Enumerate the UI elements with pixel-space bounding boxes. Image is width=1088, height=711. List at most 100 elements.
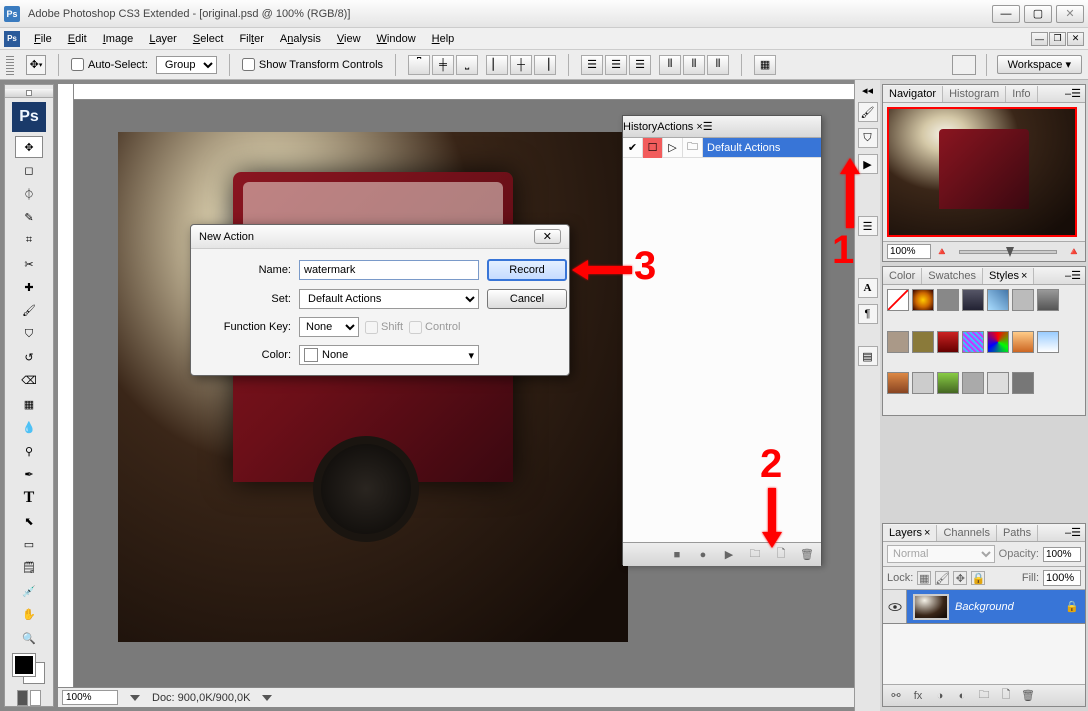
- style-swatch[interactable]: [1037, 331, 1059, 353]
- zoom-in-icon[interactable]: 🔺: [1067, 245, 1081, 259]
- align-top-icon[interactable]: ⎴: [408, 55, 430, 75]
- doc-minimize-button[interactable]: —: [1031, 32, 1048, 46]
- style-swatch[interactable]: [1012, 331, 1034, 353]
- path-select-tool[interactable]: ⬉: [15, 510, 43, 532]
- tab-color[interactable]: Color: [883, 268, 922, 284]
- move-tool-icon[interactable]: ✥▾: [26, 55, 46, 75]
- marquee-tool[interactable]: ◻: [15, 159, 43, 181]
- distribute-vcenter-icon[interactable]: ☰: [605, 55, 627, 75]
- new-group-icon[interactable]: 🗀: [975, 688, 993, 704]
- nav-zoom-slider[interactable]: [959, 250, 1057, 254]
- menu-layer[interactable]: Layer: [141, 30, 185, 48]
- doc-close-button[interactable]: ✕: [1067, 32, 1084, 46]
- canvas[interactable]: [118, 132, 628, 642]
- opacity-input[interactable]: [1043, 547, 1081, 562]
- menu-select[interactable]: Select: [185, 30, 232, 48]
- doc-restore-button[interactable]: ❐: [1049, 32, 1066, 46]
- layer-mask-icon[interactable]: ◑: [931, 688, 949, 704]
- tab-swatches[interactable]: Swatches: [922, 268, 983, 284]
- shift-checkbox[interactable]: Shift: [365, 321, 403, 334]
- record-action-icon[interactable]: ●: [695, 548, 711, 562]
- toolbox-grip[interactable]: [5, 89, 53, 98]
- style-swatch[interactable]: [912, 372, 934, 394]
- heal-tool[interactable]: ✚: [15, 276, 43, 298]
- lock-all-icon[interactable]: 🔒: [971, 571, 985, 585]
- zoom-menu-icon[interactable]: [130, 695, 140, 701]
- vertical-ruler[interactable]: [58, 84, 74, 687]
- distribute-left-icon[interactable]: ⦀: [659, 55, 681, 75]
- panel-menu-icon[interactable]: –☰: [1065, 526, 1081, 539]
- style-swatch[interactable]: [887, 331, 909, 353]
- lock-move-icon[interactable]: ✥: [953, 571, 967, 585]
- layer-row[interactable]: Background 🔒: [883, 590, 1085, 624]
- action-name-input[interactable]: [299, 260, 479, 280]
- navigator-thumbnail[interactable]: [883, 103, 1085, 241]
- action-toggle-check[interactable]: ✔: [623, 138, 643, 158]
- minimize-button[interactable]: —: [992, 5, 1020, 23]
- crop-tool[interactable]: ⌗: [15, 229, 43, 251]
- blend-mode-select[interactable]: Normal: [887, 545, 995, 563]
- foreground-color[interactable]: [13, 654, 35, 676]
- doc-info-menu-icon[interactable]: [262, 695, 272, 701]
- menu-view[interactable]: View: [329, 30, 369, 48]
- auto-select-mode[interactable]: Group: [156, 56, 217, 74]
- tab-history[interactable]: History: [623, 121, 657, 133]
- style-swatch[interactable]: [987, 372, 1009, 394]
- shape-tool[interactable]: ▭: [15, 533, 43, 555]
- style-swatch[interactable]: [1012, 372, 1034, 394]
- quick-select-tool[interactable]: ✎: [15, 206, 43, 228]
- lock-pixels-icon[interactable]: ▦: [917, 571, 931, 585]
- tab-channels[interactable]: Channels: [937, 525, 996, 541]
- style-swatch[interactable]: [962, 289, 984, 311]
- delete-layer-icon[interactable]: 🗑: [1019, 688, 1037, 704]
- stop-action-icon[interactable]: ■: [669, 548, 685, 562]
- menu-analysis[interactable]: Analysis: [272, 30, 329, 48]
- style-swatch[interactable]: [987, 331, 1009, 353]
- zoom-input[interactable]: [62, 690, 118, 705]
- record-button[interactable]: Record: [487, 259, 567, 281]
- slice-tool[interactable]: ✂: [15, 253, 43, 275]
- actions-panel-icon[interactable]: ▤: [858, 346, 878, 366]
- gradient-tool[interactable]: ▦: [15, 393, 43, 415]
- control-checkbox[interactable]: Control: [409, 321, 460, 334]
- style-swatch[interactable]: [912, 331, 934, 353]
- blur-tool[interactable]: 💧: [15, 416, 43, 438]
- cancel-button[interactable]: Cancel: [487, 289, 567, 309]
- auto-select-checkbox[interactable]: Auto-Select:: [71, 58, 148, 71]
- style-swatch[interactable]: [962, 331, 984, 353]
- dialog-close-button[interactable]: ✕: [534, 229, 561, 244]
- maximize-button[interactable]: ▢: [1024, 5, 1052, 23]
- layer-style-icon[interactable]: fx: [909, 688, 927, 704]
- history-brush-tool[interactable]: ↺: [15, 346, 43, 368]
- new-layer-icon[interactable]: 🗋: [997, 688, 1015, 704]
- eyedropper-tool[interactable]: 💉: [15, 580, 43, 602]
- align-left-icon[interactable]: ▏: [486, 55, 508, 75]
- tab-actions[interactable]: Actions ×: [657, 121, 703, 133]
- zoom-out-icon[interactable]: 🔺: [935, 245, 949, 259]
- tab-histogram[interactable]: Histogram: [943, 86, 1006, 102]
- tab-info[interactable]: Info: [1006, 86, 1037, 102]
- horizontal-ruler[interactable]: [74, 84, 854, 100]
- paragraph-panel-icon[interactable]: ¶: [858, 304, 878, 324]
- eraser-tool[interactable]: ⌫: [15, 370, 43, 392]
- tab-paths[interactable]: Paths: [997, 525, 1038, 541]
- show-transform-checkbox[interactable]: Show Transform Controls: [242, 58, 383, 71]
- options-grip[interactable]: [6, 55, 14, 75]
- move-tool[interactable]: ✥: [15, 136, 43, 158]
- fill-input[interactable]: [1043, 570, 1081, 586]
- actions-default-set[interactable]: Default Actions: [703, 138, 821, 157]
- lock-paint-icon[interactable]: 🖌: [935, 571, 949, 585]
- function-key-select[interactable]: None: [299, 317, 359, 337]
- style-swatch[interactable]: [1012, 289, 1034, 311]
- notes-tool[interactable]: 🗒: [15, 557, 43, 579]
- zoom-tool[interactable]: 🔍: [15, 627, 43, 649]
- style-swatch[interactable]: [962, 372, 984, 394]
- distribute-hcenter-icon[interactable]: ⦀: [683, 55, 705, 75]
- actions-set-row[interactable]: ✔ ☐ ▷ 🗀 Default Actions: [623, 138, 821, 158]
- style-swatch[interactable]: [937, 331, 959, 353]
- align-bottom-icon[interactable]: ⎵: [456, 55, 478, 75]
- workspace-button[interactable]: Workspace ▾: [997, 55, 1082, 74]
- menu-file[interactable]: File: [26, 30, 60, 48]
- layer-thumbnail[interactable]: [913, 594, 949, 620]
- brush-tool[interactable]: 🖌: [15, 300, 43, 322]
